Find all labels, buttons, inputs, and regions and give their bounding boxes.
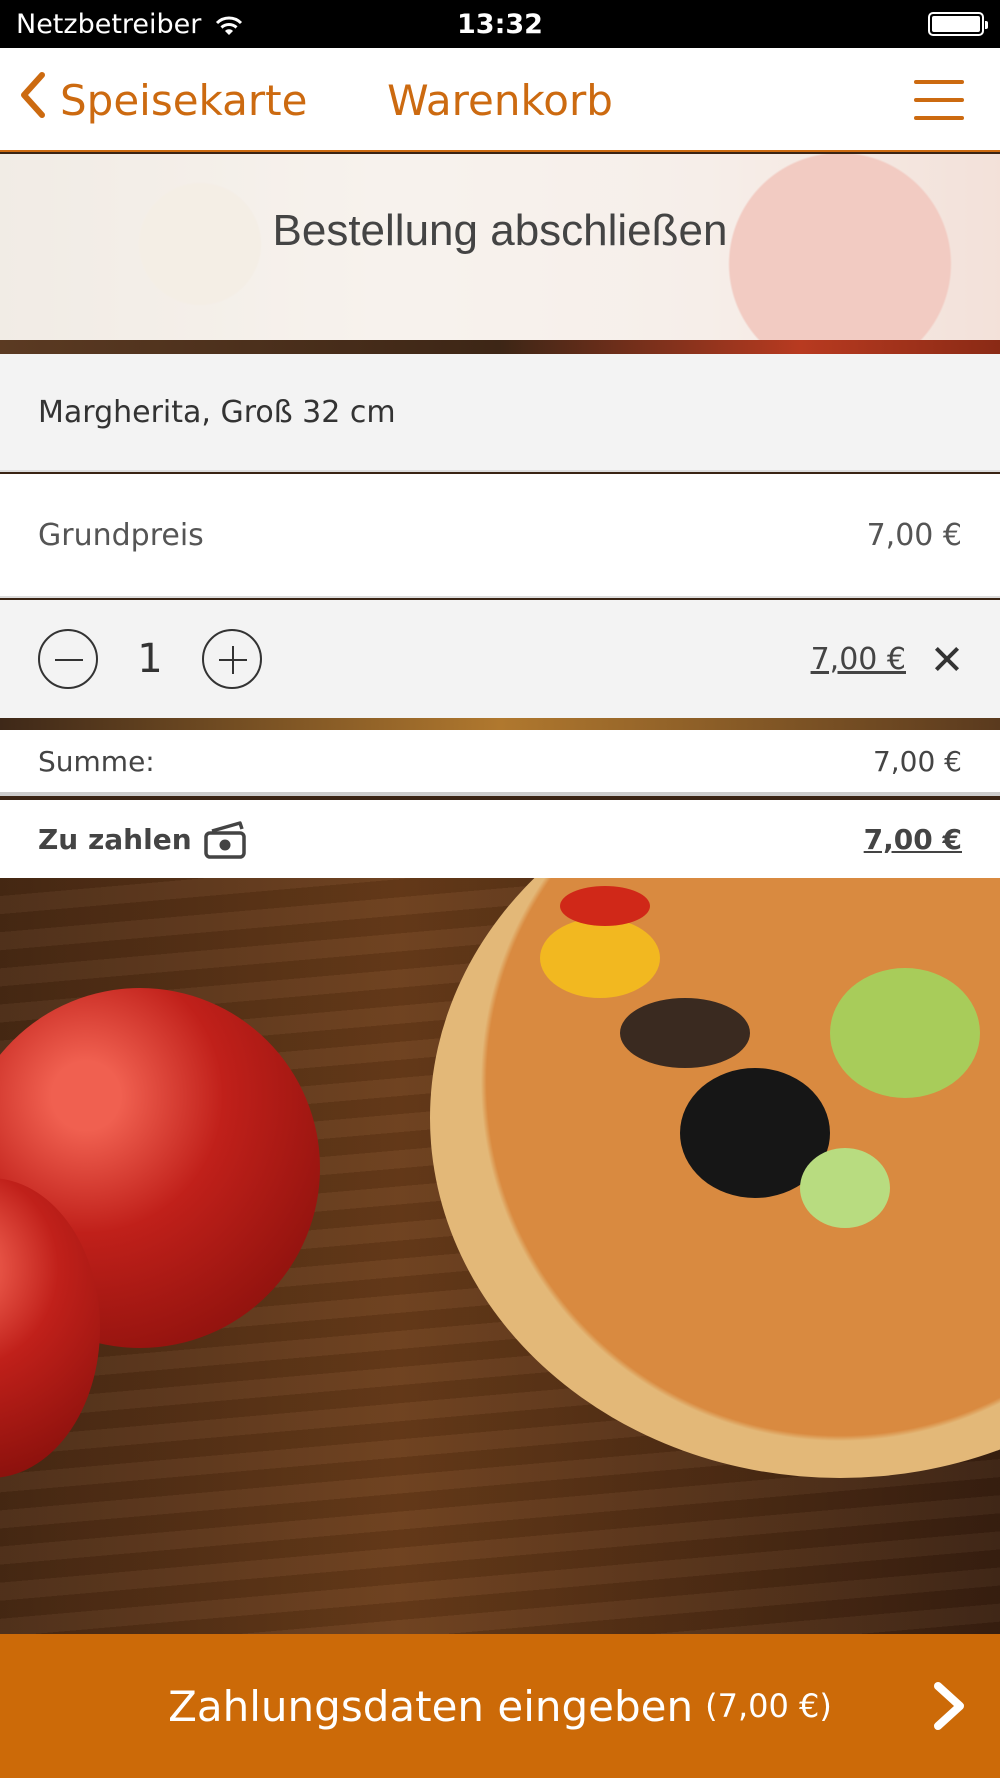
sum-value: 7,00 € bbox=[872, 744, 962, 778]
amount-due-label-group: Zu zahlen bbox=[38, 821, 250, 859]
minus-icon bbox=[55, 659, 83, 661]
cart-item-name: Margherita, Groß 32 cm bbox=[38, 394, 396, 430]
banner-divider bbox=[0, 340, 1000, 354]
carrier-name: Netzbetreiber bbox=[16, 8, 202, 40]
battery-icon bbox=[928, 12, 988, 36]
decrease-quantity-button[interactable] bbox=[38, 629, 98, 689]
chevron-left-icon bbox=[18, 71, 46, 129]
cta-amount: (7,00 €) bbox=[705, 1687, 832, 1725]
base-price-row: Grundpreis 7,00 € bbox=[0, 474, 1000, 598]
cash-icon bbox=[202, 821, 250, 859]
quantity-value: 1 bbox=[137, 636, 163, 682]
amount-due-value: 7,00 € bbox=[863, 822, 962, 856]
navigation-bar: Speisekarte Warenkorb bbox=[0, 48, 1000, 152]
back-button-label: Speisekarte bbox=[60, 75, 308, 125]
battery-level bbox=[932, 16, 980, 32]
base-price-label: Grundpreis bbox=[38, 517, 204, 553]
status-bar: Netzbetreiber 13:32 bbox=[0, 0, 1000, 48]
sum-row: Summe: 7,00 € bbox=[0, 730, 1000, 796]
quantity-stepper: 1 bbox=[38, 629, 262, 689]
chevron-right-icon bbox=[930, 1682, 970, 1730]
increase-quantity-button[interactable] bbox=[202, 629, 262, 689]
amount-due-row: Zu zahlen 7,00 € bbox=[0, 800, 1000, 878]
back-button[interactable]: Speisekarte bbox=[18, 70, 307, 130]
section-divider bbox=[0, 718, 1000, 730]
cta-label: Zahlungsdaten eingeben bbox=[168, 1681, 694, 1731]
line-total-group: 7,00 € bbox=[811, 642, 962, 677]
enter-payment-details-button[interactable]: Zahlungsdaten eingeben (7,00 €) bbox=[0, 1634, 1000, 1778]
base-price-value: 7,00 € bbox=[866, 517, 962, 553]
sum-label: Summe: bbox=[38, 744, 155, 778]
cart-item-name-row: Margherita, Groß 32 cm bbox=[0, 354, 1000, 472]
plus-icon bbox=[232, 646, 234, 674]
status-left: Netzbetreiber bbox=[16, 9, 243, 40]
wifi-icon bbox=[215, 13, 243, 35]
background-food-image bbox=[0, 878, 1000, 1634]
line-total-link[interactable]: 7,00 € bbox=[811, 642, 906, 677]
header-banner: Bestellung abschließen bbox=[0, 154, 1000, 354]
close-icon[interactable] bbox=[932, 644, 962, 674]
quantity-row: 1 7,00 € bbox=[0, 600, 1000, 718]
banner-title: Bestellung abschließen bbox=[272, 206, 728, 255]
hamburger-menu-icon[interactable] bbox=[914, 80, 964, 120]
amount-due-label: Zu zahlen bbox=[38, 822, 192, 856]
